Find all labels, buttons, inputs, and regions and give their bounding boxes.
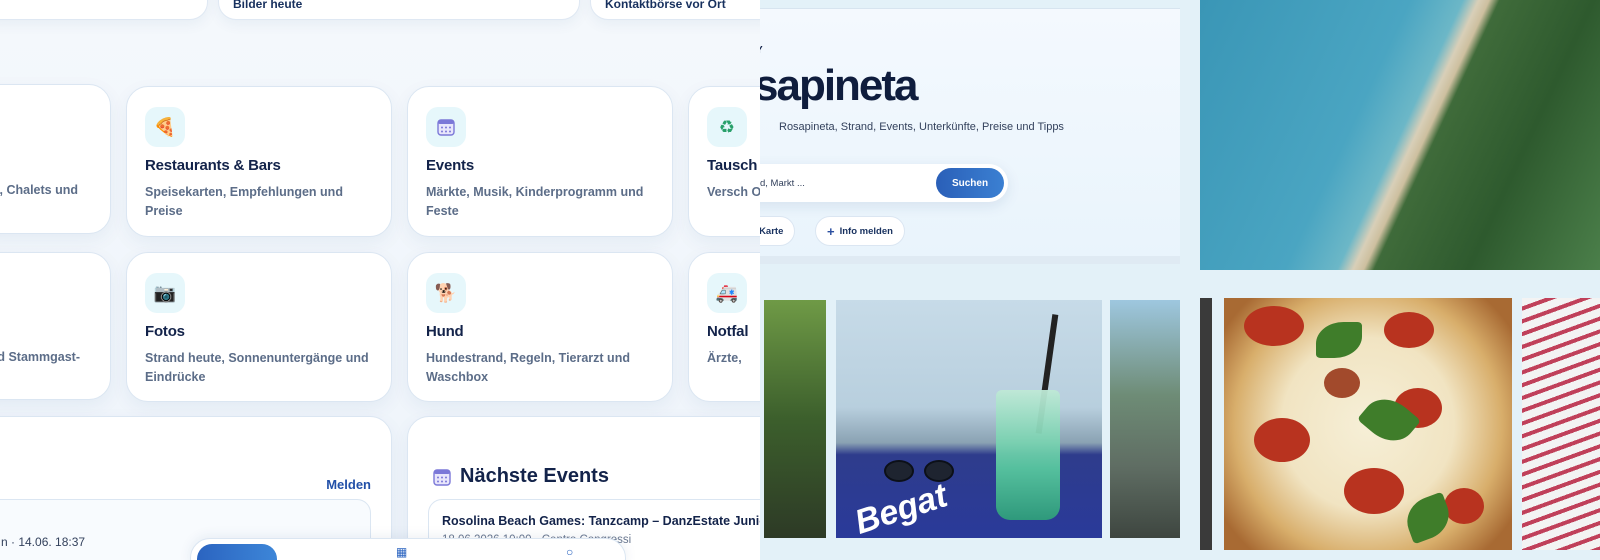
top-pill-label: Bilder heute — [233, 0, 303, 11]
card-title: Events — [426, 157, 474, 174]
report-link[interactable]: Melden — [326, 477, 371, 492]
camera-icon: 📷 — [145, 273, 185, 313]
search-input[interactable] — [760, 164, 920, 202]
category-card-tausch[interactable]: ♻ Tausch Versch Ort — [688, 86, 760, 237]
card-title: Notfal — [707, 323, 749, 340]
park-photo — [764, 300, 826, 538]
category-card-fotos[interactable]: 📷 Fotos Strand heute, Sonnenuntergänge u… — [126, 252, 392, 402]
category-card-events[interactable]: Events Märkte, Musik, Kinderprogramm und… — [407, 86, 673, 237]
recycle-icon: ♻ — [707, 107, 747, 147]
dog-icon: 🐕 — [426, 273, 466, 313]
report-info-button[interactable]: + Info melden — [815, 216, 905, 246]
category-card-hund[interactable]: 🐕 Hund Hundestrand, Regeln, Tierarzt und… — [407, 252, 673, 402]
search-button[interactable]: Suchen — [936, 168, 1004, 198]
user-icon[interactable]: ○ — [566, 545, 573, 559]
street-photo — [1110, 300, 1180, 538]
next-events-title: Nächste Events — [460, 465, 609, 487]
chip-label: Karte — [760, 225, 784, 237]
glass-shape — [996, 390, 1060, 520]
top-pill-bilder-heute[interactable]: Bilder heute — [218, 0, 580, 20]
hero-kicker: Y — [760, 45, 764, 56]
bottom-navigation: ▦ ○ — [190, 538, 626, 560]
ambulance-icon: 🚑 — [707, 273, 747, 313]
photo-edge — [1200, 298, 1212, 550]
card-title: Fotos — [145, 323, 185, 340]
map-button[interactable]: 🗺 Karte — [760, 216, 796, 246]
beach-aerial-photo — [1200, 0, 1600, 270]
card-description: Märkte, Musik, Kinderprogramm und Feste — [426, 185, 644, 218]
event-name: Rosolina Beach Games: Tanzcamp – DanzEst… — [442, 514, 760, 528]
pizza-photo — [1224, 298, 1512, 550]
striped-shirt-photo — [1522, 298, 1600, 550]
card-title: Tausch — [707, 157, 758, 174]
card-description: Hundestrand, Regeln, Tierarzt und Waschb… — [426, 351, 630, 384]
card-description: Versch Ort — [707, 185, 760, 199]
top-pill-label: Kontaktbörse vor Ort — [605, 0, 726, 11]
cocktail-photo: Begat — [836, 300, 1102, 538]
next-events-heading: Nächste Events — [432, 465, 609, 488]
hero-title: sapineta — [760, 61, 919, 110]
category-card-unterkuenfte[interactable]: s, Chalets und — [0, 84, 111, 234]
category-card-restaurants[interactable]: 🍕 Restaurants & Bars Speisekarten, Empfe… — [126, 86, 392, 237]
pizza-icon: 🍕 — [145, 107, 185, 147]
report-item-meta: n · 14.06. 18:37 — [1, 535, 86, 549]
home-content: Bilder heute Kontaktbörse vor Ort s, Cha… — [0, 0, 760, 560]
card-description: s, Chalets und — [0, 183, 78, 197]
card-description: Strand heute, Sonnenuntergänge und Eindr… — [145, 351, 369, 384]
plus-icon: + — [827, 223, 835, 239]
calendar-icon — [426, 107, 466, 147]
card-title: Hund — [426, 323, 464, 340]
chip-label: Info melden — [839, 225, 893, 237]
card-description: Speisekarten, Empfehlungen und Preise — [145, 185, 343, 218]
card-description: Ärzte, — [707, 351, 742, 365]
search-bar: Suchen — [760, 164, 1008, 202]
towel-logo-text: Begat — [850, 476, 952, 538]
hero-panel: Y sapineta Rosapineta, Strand, Events, U… — [760, 8, 1180, 256]
top-pill-kontaktboerse[interactable]: Kontaktbörse vor Ort — [590, 0, 760, 20]
preview-area: Y sapineta Rosapineta, Strand, Events, U… — [760, 0, 1600, 560]
hero-subtitle: Rosapineta, Strand, Events, Unterkünfte,… — [779, 121, 1064, 133]
category-card-bewertungen[interactable]: d Stammgast- — [0, 252, 111, 400]
calendar-icon[interactable]: ▦ — [396, 545, 407, 559]
top-pill-partial[interactable] — [0, 0, 208, 20]
hero-divider — [760, 256, 1180, 264]
calendar-icon — [433, 468, 451, 486]
category-card-notfall[interactable]: 🚑 Notfal Ärzte, — [688, 252, 760, 402]
nav-home-active[interactable] — [197, 544, 277, 560]
card-description: d Stammgast- — [0, 350, 80, 364]
card-title: Restaurants & Bars — [145, 157, 281, 174]
